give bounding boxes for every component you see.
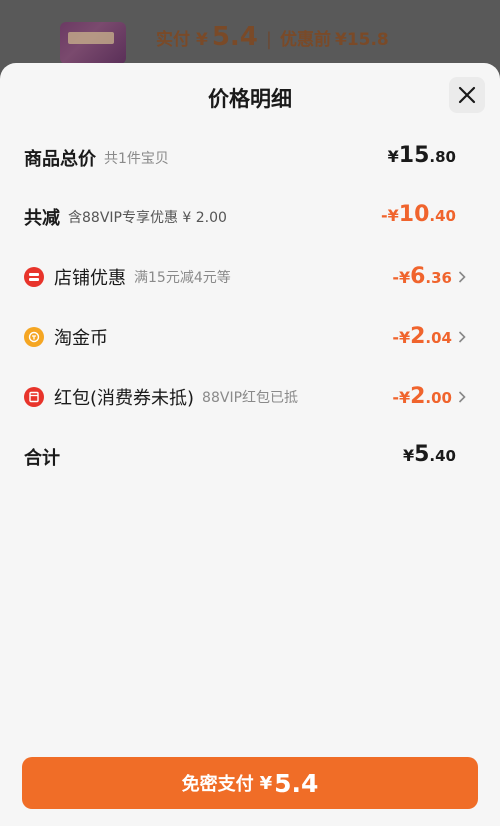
- reduction-dec: .40: [429, 207, 456, 225]
- goods-total-sub: 共1件宝贝: [104, 151, 169, 167]
- row-red-packet[interactable]: 红包(消费券未抵) 88VIP红包已抵 -¥ 2 .00: [24, 382, 476, 412]
- red-packet-amount: -¥ 2 .00: [392, 382, 472, 412]
- shop-discount-dec: .36: [425, 269, 452, 287]
- reduction-amount: -¥ 10 .40: [381, 202, 456, 232]
- pay-button-label: 免密支付: [181, 774, 254, 795]
- goods-total-currency: ¥: [387, 147, 399, 166]
- row-sum: 合计 ¥ 5 .40: [24, 442, 476, 472]
- sheet-title: 价格明细: [208, 87, 292, 111]
- red-packet-int: 2: [410, 384, 426, 409]
- gold-coin-currency: -¥: [392, 328, 411, 347]
- price-detail-sheet: 价格明细 商品总价 共1件宝贝 ¥ 15 .80 共减 含88VIP专享优惠 ¥…: [0, 63, 500, 826]
- close-icon: [458, 86, 476, 104]
- chevron-right-icon: [458, 382, 472, 412]
- row-shop-discount[interactable]: 店铺优惠 满15元减4元等 -¥ 6 .36: [24, 262, 476, 292]
- shop-discount-sub: 满15元减4元等: [134, 270, 231, 286]
- goods-total-amount: ¥ 15 .80: [388, 143, 456, 173]
- password-free-pay-button[interactable]: 免密支付 ¥ 5.4: [22, 757, 478, 809]
- before-discount-value: ¥15.8: [334, 30, 389, 50]
- top-price-summary: 实付 ¥ 5.4 | 优惠前 ¥15.8: [156, 22, 389, 54]
- sum-amount: ¥ 5 .40: [403, 442, 456, 472]
- reduction-int: 10: [398, 202, 430, 227]
- sum-currency: ¥: [402, 446, 415, 465]
- sum-dec: .40: [429, 447, 456, 465]
- row-goods-total: 商品总价 共1件宝贝 ¥ 15 .80: [24, 143, 476, 173]
- pay-button-value: 5.4: [274, 768, 319, 798]
- sum-label: 合计: [24, 448, 60, 469]
- paid-currency: ¥: [196, 30, 208, 50]
- sum-int: 5: [414, 442, 430, 467]
- paid-value: 5.4: [211, 22, 258, 52]
- goods-total-int: 15: [398, 143, 430, 168]
- shop-discount-int: 6: [410, 264, 426, 289]
- row-gold-coin[interactable]: 淘金币 -¥ 2 .04: [24, 322, 476, 352]
- price-divider: |: [265, 29, 272, 50]
- red-packet-currency: -¥: [392, 388, 411, 407]
- reduction-sub: 含88VIP专享优惠 ¥ 2.00: [68, 210, 227, 226]
- close-button[interactable]: [449, 77, 485, 113]
- red-packet-icon: [24, 387, 44, 407]
- red-packet-sub: 88VIP红包已抵: [202, 390, 299, 406]
- reduction-currency: -¥: [381, 206, 399, 225]
- pay-button-currency: ¥: [259, 772, 273, 794]
- before-discount-label: 优惠前: [279, 30, 331, 50]
- goods-total-dec: .80: [429, 148, 456, 166]
- product-thumbnail: [60, 22, 126, 64]
- reduction-label: 共减: [24, 208, 60, 229]
- shop-discount-label: 店铺优惠: [54, 268, 126, 289]
- chevron-right-icon: [458, 322, 472, 352]
- paid-label: 实付: [156, 30, 190, 50]
- gold-coin-dec: .04: [425, 329, 452, 347]
- goods-total-label: 商品总价: [24, 149, 96, 170]
- gold-coin-label: 淘金币: [54, 328, 108, 349]
- shop-coupon-icon: [24, 267, 44, 287]
- product-thumbnail-label: [68, 32, 114, 44]
- red-packet-dec: .00: [425, 389, 452, 407]
- red-packet-label: 红包(消费券未抵): [54, 388, 195, 409]
- chevron-right-icon: [458, 262, 472, 292]
- gold-coin-int: 2: [410, 324, 426, 349]
- gold-coin-icon: [24, 327, 44, 347]
- shop-discount-amount: -¥ 6 .36: [392, 262, 472, 292]
- row-total-reduction: 共减 含88VIP专享优惠 ¥ 2.00 -¥ 10 .40: [24, 202, 476, 232]
- shop-discount-currency: -¥: [392, 268, 411, 287]
- gold-coin-amount: -¥ 2 .04: [392, 322, 472, 352]
